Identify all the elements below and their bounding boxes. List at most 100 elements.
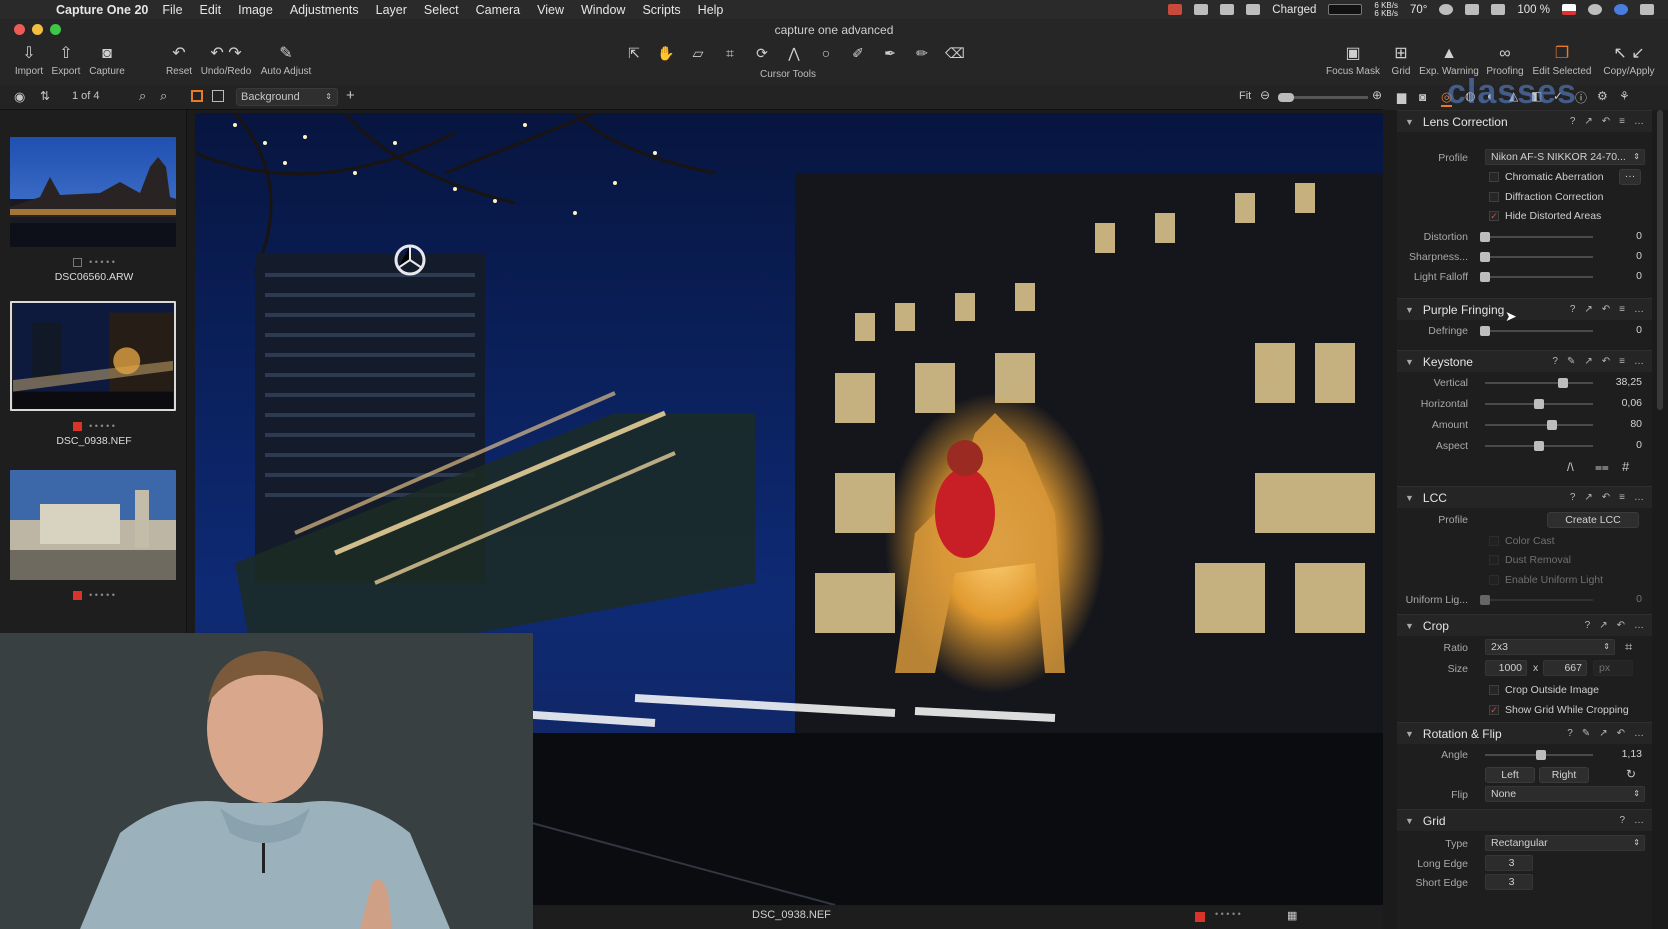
zoom-in-icon[interactable]: ⊕ bbox=[1372, 88, 1382, 102]
spotlight-icon[interactable] bbox=[1588, 4, 1602, 15]
rotation-flip-header[interactable]: ▼ Rotation & Flip ? ✎ ↗ ↶… bbox=[1397, 722, 1652, 744]
capture-tab-icon[interactable]: ◙ bbox=[1419, 90, 1426, 104]
crop-cursor-icon[interactable]: ⌗ bbox=[721, 45, 739, 62]
menu-camera[interactable]: Camera bbox=[476, 3, 520, 17]
panel-scrollbar[interactable] bbox=[1652, 110, 1668, 929]
reset-icon[interactable]: ↶ bbox=[1602, 304, 1610, 315]
keystone-horizontal-icon[interactable]: ⩵ bbox=[1595, 460, 1609, 475]
copy-apply-icon[interactable]: ↗ bbox=[1584, 492, 1592, 503]
more-icon[interactable]: … bbox=[1634, 815, 1644, 826]
crop-header[interactable]: ▼ Crop ? ↗ ↶… bbox=[1397, 614, 1652, 636]
help-icon[interactable]: ? bbox=[1552, 356, 1558, 367]
search-icon[interactable]: ⌕ bbox=[139, 88, 146, 104]
exposure-warning-button[interactable]: ▲ Exp. Warning bbox=[1418, 43, 1480, 77]
scrollbar-thumb[interactable] bbox=[1657, 110, 1663, 410]
menu-help[interactable]: Help bbox=[698, 3, 724, 17]
presets-icon[interactable]: ≡ bbox=[1619, 492, 1625, 503]
undo-redo-button[interactable]: ↶ ↷ Undo/Redo bbox=[198, 43, 254, 77]
purple-fringing-header[interactable]: ▼ Purple Fringing ? ↗ ↶ ≡… bbox=[1397, 298, 1652, 320]
reset-icon[interactable]: ↶ bbox=[1617, 620, 1625, 631]
amount-slider[interactable] bbox=[1485, 420, 1593, 430]
defringe-slider[interactable] bbox=[1480, 326, 1593, 336]
chevron-down-icon[interactable]: ▼ bbox=[1405, 621, 1414, 631]
single-view-icon[interactable] bbox=[212, 90, 224, 102]
chromatic-aberration-checkbox[interactable] bbox=[1489, 172, 1499, 182]
rotate-right-button[interactable]: Right bbox=[1539, 767, 1589, 783]
brightness-icon[interactable] bbox=[1439, 4, 1454, 15]
copy-apply-icon[interactable]: ↗ bbox=[1584, 116, 1592, 127]
picker-icon[interactable]: ✎ bbox=[1567, 356, 1575, 367]
pan-cursor-icon[interactable]: ✋ bbox=[657, 45, 675, 62]
layer-select[interactable]: Background ⇕ bbox=[236, 88, 338, 106]
more-icon[interactable]: … bbox=[1634, 356, 1644, 367]
slider-knob[interactable] bbox=[1534, 399, 1544, 409]
slider-knob[interactable] bbox=[1480, 272, 1490, 282]
battery-percent[interactable]: 100 % bbox=[1517, 4, 1550, 16]
menu-layer[interactable]: Layer bbox=[376, 3, 407, 17]
uniform-light-checkbox[interactable] bbox=[1489, 575, 1499, 585]
spot-removal-cursor-icon[interactable]: ○ bbox=[817, 45, 835, 62]
thumbnail-3[interactable]: • • • • • bbox=[10, 470, 178, 603]
keystone-header[interactable]: ▼ Keystone ? ✎ ↗ ↶ ≡… bbox=[1397, 350, 1652, 372]
slider-knob[interactable] bbox=[1546, 420, 1557, 430]
crop-ratio-select[interactable]: 2x3 ⇕ bbox=[1485, 639, 1615, 655]
cloud-icon[interactable] bbox=[1220, 4, 1235, 15]
display-icon[interactable] bbox=[1194, 4, 1209, 15]
angle-slider[interactable] bbox=[1485, 750, 1593, 760]
crop-outside-checkbox[interactable] bbox=[1489, 685, 1499, 695]
crop-unit-select[interactable]: px bbox=[1593, 660, 1633, 676]
rating-dots[interactable]: • • • • • bbox=[1215, 909, 1241, 919]
reset-button[interactable]: ↶ Reset bbox=[163, 43, 195, 77]
metadata-icon[interactable]: ▦ bbox=[1287, 909, 1297, 922]
rotate-reset-icon[interactable]: ↻ bbox=[1626, 767, 1636, 781]
picker-cursor-icon[interactable]: ✐ bbox=[849, 45, 867, 62]
presets-icon[interactable]: ≡ bbox=[1619, 356, 1625, 367]
distortion-slider[interactable] bbox=[1480, 232, 1593, 242]
dust-removal-checkbox[interactable] bbox=[1489, 555, 1499, 565]
menu-scripts[interactable]: Scripts bbox=[642, 3, 680, 17]
chevron-down-icon[interactable]: ▼ bbox=[1405, 117, 1414, 127]
zoom-slider[interactable] bbox=[1278, 93, 1368, 102]
slider-knob[interactable] bbox=[1557, 378, 1568, 388]
slider-knob[interactable] bbox=[1480, 595, 1490, 605]
flip-select[interactable]: None ⇕ bbox=[1485, 786, 1645, 802]
color-tag[interactable] bbox=[1195, 912, 1205, 922]
horizontal-slider[interactable] bbox=[1485, 399, 1593, 409]
eye-icon[interactable]: ◉ bbox=[14, 89, 25, 105]
flag-icon[interactable] bbox=[1562, 4, 1576, 15]
create-lcc-button[interactable]: Create LCC bbox=[1547, 512, 1639, 528]
copy-apply-icon[interactable]: ↗ bbox=[1599, 620, 1607, 631]
help-icon[interactable]: ? bbox=[1619, 815, 1625, 826]
draw-mask-cursor-icon[interactable]: ✏ bbox=[913, 45, 931, 62]
copy-apply-icon[interactable]: ↗ bbox=[1584, 356, 1592, 367]
menu-image[interactable]: Image bbox=[238, 3, 273, 17]
chevron-down-icon[interactable]: ▼ bbox=[1405, 357, 1414, 367]
rating-dots[interactable]: • • • • • bbox=[89, 590, 115, 600]
proofing-button[interactable]: ∞ Proofing bbox=[1482, 43, 1528, 77]
zoom-slider-knob[interactable] bbox=[1278, 93, 1294, 102]
library-tab-icon[interactable]: ▆ bbox=[1397, 90, 1406, 104]
zoom-window-button[interactable] bbox=[50, 24, 61, 35]
more-icon[interactable]: … bbox=[1634, 116, 1644, 127]
grid-type-select[interactable]: Rectangular ⇕ bbox=[1485, 835, 1645, 851]
copy-apply-button[interactable]: ↖ ↙ Copy/Apply bbox=[1598, 43, 1660, 77]
pdf-icon[interactable] bbox=[1168, 4, 1183, 15]
erase-mask-cursor-icon[interactable]: ⌫ bbox=[945, 45, 965, 62]
sharpness-slider[interactable] bbox=[1480, 252, 1593, 262]
show-grid-checkbox[interactable]: ✓ bbox=[1489, 705, 1499, 715]
app-menu[interactable]: Capture One 20 bbox=[56, 3, 148, 17]
thumbnail-2[interactable]: • • • • • DSC_0938.NEF bbox=[10, 301, 178, 447]
lcc-header[interactable]: ▼ LCC ? ↗ ↶ ≡… bbox=[1397, 486, 1652, 508]
picker-icon[interactable]: ✎ bbox=[1582, 728, 1590, 739]
thumbnail-1[interactable]: • • • • • DSC06560.ARW bbox=[10, 137, 178, 283]
filter-icon[interactable]: ⌕ bbox=[160, 88, 167, 104]
help-icon[interactable]: ? bbox=[1570, 116, 1576, 127]
crop-height-field[interactable]: 667 bbox=[1543, 660, 1587, 676]
siri-icon[interactable] bbox=[1614, 4, 1628, 15]
add-layer-icon[interactable]: + bbox=[346, 87, 355, 104]
notifications-icon[interactable] bbox=[1640, 4, 1654, 15]
close-window-button[interactable] bbox=[14, 24, 25, 35]
rating-dots[interactable]: • • • • • bbox=[89, 421, 115, 431]
menu-edit[interactable]: Edit bbox=[200, 3, 222, 17]
help-icon[interactable]: ? bbox=[1567, 728, 1573, 739]
